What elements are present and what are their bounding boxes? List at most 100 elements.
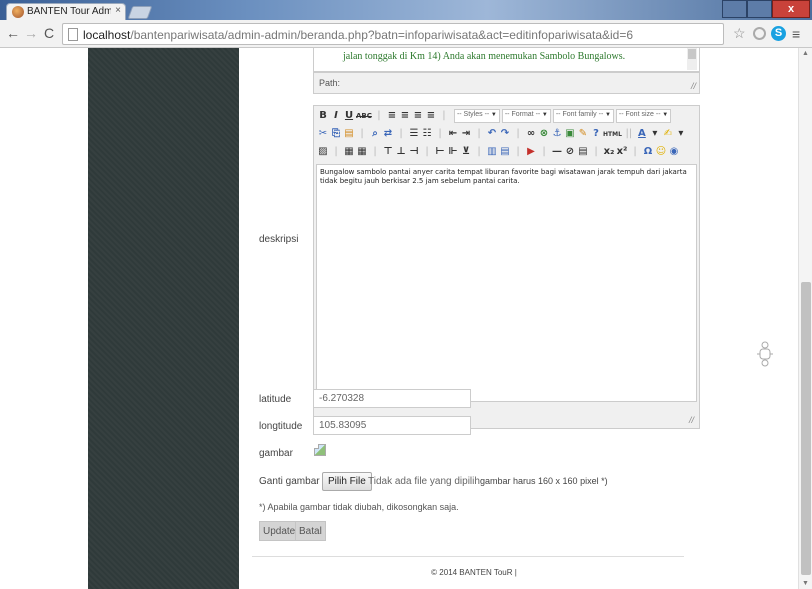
bullet-list-icon[interactable]: ☰ bbox=[408, 128, 420, 139]
help-icon[interactable]: ? bbox=[590, 128, 602, 139]
resize-grip-icon[interactable]: // bbox=[689, 415, 694, 425]
window-minimize-button[interactable] bbox=[722, 0, 747, 18]
col-after-icon[interactable]: ⊩ bbox=[447, 146, 459, 157]
html-icon[interactable]: HTML bbox=[603, 131, 622, 138]
col-before-icon[interactable]: ⊢ bbox=[434, 146, 446, 157]
horizontal-rule-icon[interactable]: — bbox=[551, 146, 563, 157]
indent-icon[interactable]: ⇥ bbox=[460, 128, 472, 139]
delete-row-icon[interactable]: ⊣ bbox=[408, 146, 420, 157]
scroll-up-icon[interactable]: ▲ bbox=[802, 50, 809, 57]
url-host: localhost bbox=[83, 28, 131, 42]
align-right-icon[interactable]: ≡ bbox=[412, 110, 424, 121]
highlight-dropdown-icon[interactable]: ▾ bbox=[675, 128, 687, 139]
site-favicon-icon bbox=[12, 6, 24, 18]
special-char-icon[interactable]: Ω bbox=[642, 146, 654, 157]
resize-grip-icon[interactable]: // bbox=[691, 81, 696, 91]
align-left-icon[interactable]: ≡ bbox=[386, 110, 398, 121]
editor-content-text: Bungalow sambolo pantai anyer carita tem… bbox=[320, 168, 687, 185]
split-cells-icon[interactable]: ▤ bbox=[499, 146, 511, 157]
emoticon-icon[interactable]: ☺ bbox=[655, 146, 667, 157]
page-scrollbar[interactable]: ▲ ▼ bbox=[798, 48, 812, 589]
number-list-icon[interactable]: ☷ bbox=[421, 128, 433, 139]
previous-editor-area[interactable]: jalan tonggak di Km 14) Anda akan menemu… bbox=[313, 48, 700, 72]
bookmark-star-icon[interactable]: ☆ bbox=[733, 25, 746, 42]
text-color-dropdown-icon[interactable]: ▾ bbox=[649, 128, 661, 139]
new-tab-button[interactable] bbox=[127, 6, 153, 19]
find-icon[interactable]: ⌕ bbox=[369, 128, 381, 139]
image-icon[interactable]: ▣ bbox=[564, 128, 576, 139]
update-button[interactable]: Update bbox=[259, 521, 300, 541]
file-status-text: Tidak ada file yang dipilih bbox=[368, 476, 480, 487]
format-select[interactable]: -- Format -- bbox=[501, 109, 551, 123]
font-size-select[interactable]: -- Font size -- bbox=[615, 109, 672, 123]
window-close-button[interactable]: x bbox=[772, 0, 810, 18]
strikethrough-icon[interactable]: ABC bbox=[356, 112, 372, 120]
toolbar-separator: | bbox=[425, 146, 429, 157]
cleanup-icon[interactable]: ✎ bbox=[577, 128, 589, 139]
scroll-down-icon[interactable]: ▼ bbox=[802, 580, 809, 587]
row-after-icon[interactable]: ⊥ bbox=[395, 146, 407, 157]
italic-icon[interactable]: I bbox=[330, 110, 342, 121]
remove-format-icon[interactable]: ⊘ bbox=[564, 146, 576, 157]
toolbar-separator: | bbox=[633, 146, 637, 157]
media-icon[interactable]: ◉ bbox=[668, 146, 680, 157]
table-cell-icon[interactable]: ▤ bbox=[577, 146, 589, 157]
browser-tab[interactable]: BANTEN Tour Administra × bbox=[6, 3, 126, 20]
editor-content-area[interactable]: Bungalow sambolo pantai anyer carita tem… bbox=[316, 164, 697, 402]
bold-icon[interactable]: B bbox=[317, 110, 329, 121]
forward-arrow-icon[interactable]: → bbox=[24, 26, 38, 40]
merge-cells-icon[interactable]: ▥ bbox=[486, 146, 498, 157]
toolbar-separator: | bbox=[334, 146, 338, 157]
window-maximize-button[interactable] bbox=[747, 0, 772, 18]
address-bar[interactable]: localhost/bantenpariwisata/admin-admin/b… bbox=[62, 23, 724, 45]
rich-text-editor: BIUABC|≡≡≡≡| -- Styles ---- Format ---- … bbox=[313, 105, 700, 429]
text-color-icon[interactable]: A bbox=[636, 128, 648, 139]
youtube-icon[interactable]: ▶ bbox=[525, 146, 537, 157]
link-icon[interactable]: ∞ bbox=[525, 128, 537, 139]
visual-aid-icon[interactable]: ▨ bbox=[317, 146, 329, 157]
font-family-select[interactable]: -- Font family -- bbox=[552, 109, 614, 123]
reload-icon[interactable]: C bbox=[44, 26, 54, 40]
toolbar-separator: | bbox=[477, 146, 481, 157]
outdent-icon[interactable]: ⇤ bbox=[447, 128, 459, 139]
window-title-bar: BANTEN Tour Administra × x bbox=[0, 0, 812, 20]
table-props-icon[interactable]: ▦ bbox=[356, 146, 368, 157]
highlight-color-icon[interactable]: ✍ bbox=[662, 128, 674, 139]
styles-select[interactable]: -- Styles -- bbox=[453, 109, 500, 123]
cancel-button[interactable]: Batal bbox=[295, 521, 326, 541]
path-label: Path: bbox=[319, 78, 341, 88]
underline-icon[interactable]: U bbox=[343, 110, 355, 121]
editor-toolbar-row-1: BIUABC|≡≡≡≡| -- Styles ---- Format ---- … bbox=[317, 109, 673, 127]
previous-editor-scrollbar[interactable] bbox=[687, 48, 697, 70]
scrollbar-thumb[interactable] bbox=[801, 282, 811, 575]
choose-file-button[interactable]: Pilih File bbox=[322, 472, 372, 491]
back-arrow-icon[interactable]: ← bbox=[6, 26, 20, 40]
extension-icon[interactable] bbox=[753, 27, 766, 40]
toolbar-separator: | bbox=[438, 128, 442, 139]
url-text[interactable]: localhost/bantenpariwisata/admin-admin/b… bbox=[83, 28, 633, 42]
subscript-icon[interactable]: x₂ bbox=[603, 146, 615, 157]
undo-icon[interactable]: ↶ bbox=[486, 128, 498, 139]
table-icon[interactable]: ▦ bbox=[343, 146, 355, 157]
longitude-input[interactable]: 105.83095 bbox=[313, 416, 471, 435]
superscript-icon[interactable]: x² bbox=[616, 146, 628, 157]
paste-icon[interactable]: ▤ bbox=[343, 128, 355, 139]
delete-col-icon[interactable]: ⊻ bbox=[460, 146, 472, 157]
row-before-icon[interactable]: ⊤ bbox=[382, 146, 394, 157]
anchor-icon[interactable]: ⚓ bbox=[551, 128, 563, 139]
redo-icon[interactable]: ↷ bbox=[499, 128, 511, 139]
toolbar-separator: | bbox=[373, 146, 377, 157]
replace-icon[interactable]: ⇄ bbox=[382, 128, 394, 139]
align-center-icon[interactable]: ≡ bbox=[399, 110, 411, 121]
footer-text: © 2014 BANTEN TouR | bbox=[431, 568, 517, 577]
unlink-icon[interactable]: ⊗ bbox=[538, 128, 550, 139]
copy-icon[interactable]: ⎘ bbox=[330, 128, 342, 139]
browser-menu-icon[interactable]: ≡ bbox=[792, 26, 800, 42]
latitude-input[interactable]: -6.270328 bbox=[313, 389, 471, 408]
move-handle-icon[interactable] bbox=[757, 341, 773, 367]
skype-extension-icon[interactable]: S bbox=[771, 26, 786, 41]
align-justify-icon[interactable]: ≡ bbox=[425, 110, 437, 121]
cut-icon[interactable]: ✂ bbox=[317, 128, 329, 139]
gambar-label: gambar bbox=[259, 448, 293, 459]
tab-close-icon[interactable]: × bbox=[115, 5, 121, 16]
